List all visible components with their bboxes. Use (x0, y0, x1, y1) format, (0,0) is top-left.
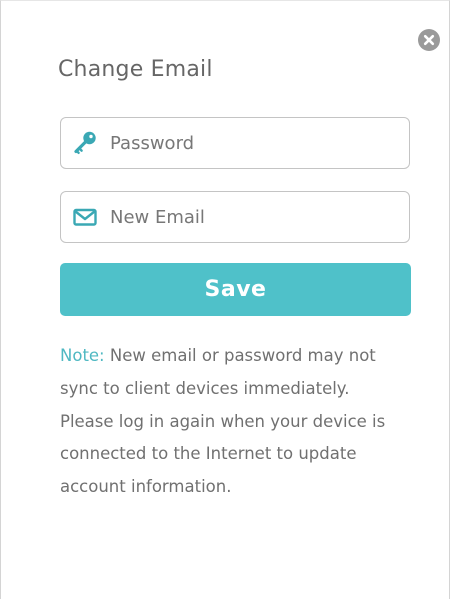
close-icon[interactable] (418, 29, 440, 51)
new-email-field[interactable] (60, 191, 410, 243)
key-icon (71, 129, 99, 157)
dialog-title: Change Email (58, 57, 213, 82)
note-label: Note: (60, 346, 105, 365)
password-field[interactable] (60, 117, 410, 169)
envelope-icon (71, 203, 99, 231)
save-button[interactable]: Save (60, 263, 411, 316)
new-email-input[interactable] (110, 192, 401, 242)
note-text: Note: New email or password may not sync… (60, 340, 405, 504)
password-input[interactable] (110, 118, 401, 168)
change-email-dialog: Change Email Save Note: New email or pas… (0, 0, 450, 599)
note-body: New email or password may not sync to cl… (60, 346, 386, 497)
